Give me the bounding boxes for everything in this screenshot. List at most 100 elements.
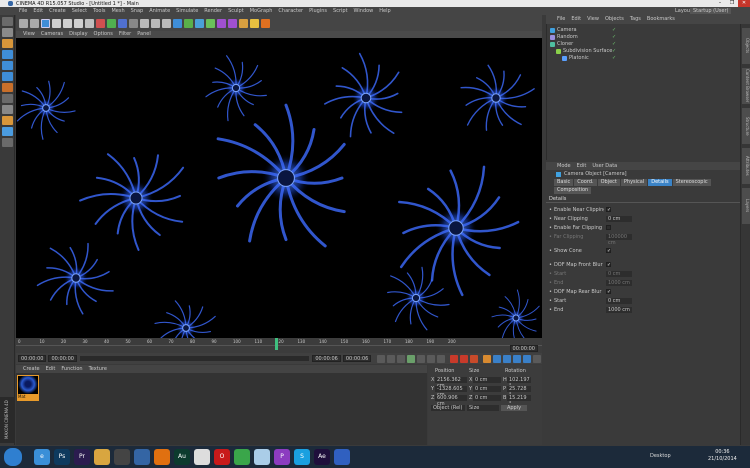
opera-icon[interactable]: O [214,449,230,465]
object-row[interactable]: Subdivision Surface ✓ [547,48,740,55]
material-menu-edit[interactable]: Edit [43,365,59,373]
attribute-checkbox[interactable]: ✓ [605,262,611,268]
tweak-mode-icon[interactable] [1,94,13,103]
tab-composition[interactable]: Composition [554,187,592,194]
rotation-field[interactable]: 102.197 ° [507,377,531,389]
tab-object[interactable]: Object [597,179,620,186]
minimize-button[interactable]: – [714,0,726,7]
deformer-icon[interactable] [217,18,226,28]
attribute-menu-mode[interactable]: Mode [554,162,574,170]
size-field[interactable]: 0 cm [473,395,501,401]
internet-explorer-icon[interactable]: e [34,449,50,465]
position-field[interactable]: 2156.362 cm [435,377,467,389]
attribute-value-field[interactable]: 1000 cm [605,279,632,286]
tab-basic[interactable]: Basic [554,179,574,186]
go-to-start-icon[interactable] [377,354,386,363]
right-tab-structure[interactable]: Structure [742,108,750,144]
axis-mode-icon[interactable] [1,83,13,92]
menu-select[interactable]: Select [69,7,90,15]
attribute-value-field[interactable]: 0 cm [605,215,632,222]
render-settings-icon[interactable] [162,18,171,28]
coordinate-system-icon[interactable] [129,18,138,28]
size-field[interactable]: 0 cm [473,377,501,383]
attribute-checkbox[interactable]: ✓ [605,207,611,213]
object-row[interactable]: Platonic ✓ [547,55,740,62]
next-frame-icon[interactable] [417,354,426,363]
scale-icon[interactable] [63,18,72,28]
current-frame-field[interactable]: 00:00:00 [509,345,538,352]
attribute-value-field[interactable]: 0 cm [605,270,632,277]
media-icon[interactable] [114,449,130,465]
desktop-toolbar[interactable]: Desktop [650,453,671,459]
object-visibility-icon[interactable]: ✓ [612,35,617,40]
play-icon[interactable] [407,354,416,363]
previous-frame-icon[interactable] [397,354,406,363]
render-picture-viewer-icon[interactable] [151,18,160,28]
audition-icon[interactable]: Au [174,449,190,465]
position-key-icon[interactable] [483,354,492,363]
after-effects-icon[interactable]: Ae [314,449,330,465]
render-view-icon[interactable] [140,18,149,28]
locked-workplane-icon[interactable] [1,127,13,136]
spline-icon[interactable] [184,18,193,28]
object-visibility-icon[interactable]: ✓ [612,49,617,54]
timeline-menu-icon[interactable] [533,354,542,363]
undo-icon[interactable] [19,18,28,28]
apply-button[interactable]: Apply [501,405,527,411]
material-menu-texture[interactable]: Texture [86,365,110,373]
material-menu-create[interactable]: Create [20,365,43,373]
script-icon[interactable] [261,18,270,28]
size-mode-select[interactable]: Size [467,405,499,411]
texture-mode-icon[interactable] [1,39,13,48]
preview-range-slider[interactable] [79,356,310,361]
menu-tools[interactable]: Tools [90,7,108,15]
maximize-button[interactable]: ❐ [726,0,738,7]
object-row[interactable]: Camera ✓ [547,27,740,34]
record-icon[interactable] [450,354,459,363]
object-menu-edit[interactable]: Edit [568,15,584,24]
pla-key-icon[interactable] [523,354,532,363]
viewport-menu-filter[interactable]: Filter [116,31,134,38]
skype-icon[interactable]: S [294,449,310,465]
tab-details[interactable]: Details [648,179,672,186]
menu-snap[interactable]: Snap [128,7,147,15]
rotation-field[interactable]: 15.219 ° [507,395,531,407]
attribute-value-field[interactable]: 1000 cm [605,306,632,313]
menu-mograph[interactable]: MoGraph [247,7,276,15]
app-orange-icon[interactable] [154,449,170,465]
workplane-icon[interactable] [1,116,13,125]
menu-file[interactable]: File [16,7,30,15]
scene-icon[interactable] [228,18,237,28]
object-visibility-icon[interactable]: ✓ [612,28,617,33]
photoshop-icon[interactable]: Ps [54,449,70,465]
previous-key-icon[interactable] [387,354,396,363]
menu-mesh[interactable]: Mesh [108,7,127,15]
object-menu-bookmarks[interactable]: Bookmarks [644,15,678,24]
attribute-menu-user-data[interactable]: User Data [589,162,620,170]
object-menu-objects[interactable]: Objects [602,15,627,24]
folder-icon[interactable] [94,449,110,465]
right-tab-content-browser[interactable]: Content Browser [742,68,750,104]
menu-plugins[interactable]: Plugins [306,7,330,15]
model-mode-icon[interactable] [1,28,13,37]
menu-render[interactable]: Render [201,7,225,15]
solo-icon[interactable] [1,138,13,147]
redo-icon[interactable] [30,18,39,28]
make-editable-icon[interactable] [1,17,13,26]
position-field[interactable]: 600.906 cm [435,395,467,407]
object-row[interactable]: Random ✓ [547,34,740,41]
live-selection-icon[interactable] [41,18,50,28]
windows-start-icon[interactable] [4,448,22,466]
keyframe-selection-icon[interactable] [470,354,479,363]
viewport-menu-view[interactable]: View [20,31,38,38]
app-lightblue-icon[interactable] [254,449,270,465]
camera-icon[interactable] [239,18,248,28]
attribute-checkbox[interactable]: ✓ [605,248,611,254]
viewport-menu-options[interactable]: Options [91,31,116,38]
x-axis-icon[interactable] [96,18,105,28]
menu-sculpt[interactable]: Sculpt [225,7,247,15]
menu-simulate[interactable]: Simulate [173,7,201,15]
autokey-icon[interactable] [460,354,469,363]
premiere-icon[interactable]: Pr [74,449,90,465]
playhead[interactable] [275,338,278,350]
